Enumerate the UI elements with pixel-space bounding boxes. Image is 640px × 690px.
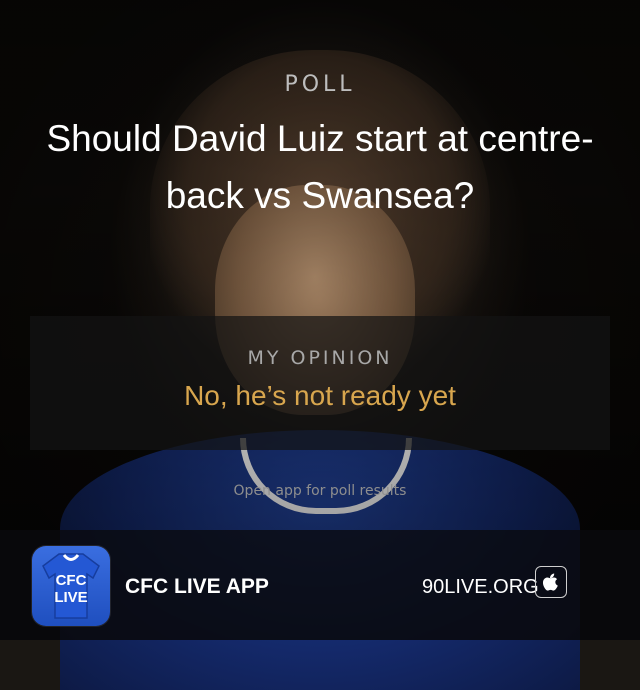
opinion-panel: MY OPINION No, he’s not ready yet [30, 316, 610, 450]
footer-bar: CFC LIVE CFC LIVE APP 90LIVE.ORG [0, 530, 640, 640]
opinion-answer: No, he’s not ready yet [184, 380, 456, 411]
app-icon[interactable]: CFC LIVE [32, 546, 110, 626]
apple-icon [543, 573, 558, 591]
poll-label: POLL [284, 72, 356, 97]
poll-question: Should David Luiz start at centre-back v… [46, 118, 594, 216]
opinion-label: MY OPINION [247, 347, 393, 369]
site-link[interactable]: 90LIVE.ORG [422, 576, 539, 599]
open-app-note: Open app for poll results [233, 483, 407, 499]
app-name: CFC LIVE APP [125, 575, 269, 598]
app-store-button[interactable] [535, 566, 567, 598]
app-icon-label: CFC LIVE [54, 572, 88, 606]
